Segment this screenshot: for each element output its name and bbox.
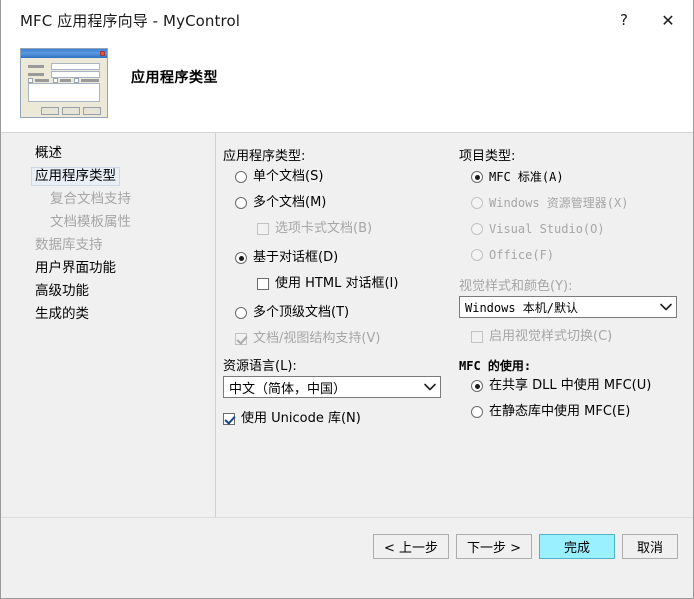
radio-icon [471, 197, 483, 209]
project-type-group-label: 项目类型: [459, 149, 516, 164]
radio-icon [235, 252, 247, 264]
cancel-button[interactable]: 取消 [622, 534, 678, 559]
help-icon[interactable]: ? [609, 7, 639, 33]
checkbox-label: 使用 Unicode 库(N) [241, 411, 361, 426]
dialog-preview-image [20, 48, 108, 118]
checkbox-use-unicode-libraries[interactable]: 使用 Unicode 库(N) [223, 411, 361, 427]
preview-label [81, 79, 99, 82]
sidebar-item-generated-classes[interactable]: 生成的类 [31, 305, 93, 324]
preview-field [51, 63, 100, 70]
checkbox-label: 文档/视图结构支持(V) [253, 331, 381, 346]
sidebar-item-application-type[interactable]: 应用程序类型 [31, 167, 120, 186]
column-divider [215, 133, 216, 518]
title-bar: MFC 应用程序向导 - MyControl ? ✕ [1, 0, 693, 40]
radio-label: 多个文档(M) [253, 195, 327, 210]
radio-label: Office(F) [489, 248, 555, 262]
checkbox-document-view-architecture-support: 文档/视图结构支持(V) [235, 331, 380, 347]
radio-office: Office(F) [471, 247, 554, 263]
visual-style-value: Windows 本机/默认 [465, 300, 579, 315]
application-type-column: 应用程序类型: 单个文档(S) 多个文档(M) 选项卡式文档(B) 基于对话框(… [223, 133, 455, 518]
chevron-down-icon [656, 303, 676, 311]
sidebar-item-database-support: 数据库支持 [35, 237, 103, 253]
radio-icon [471, 406, 483, 418]
preview-button [83, 107, 101, 115]
preview-label [35, 79, 49, 82]
preview-field [51, 71, 100, 78]
wizard-footer: < 上一步 下一步 > 完成 取消 [1, 517, 693, 598]
radio-single-document[interactable]: 单个文档(S) [235, 169, 323, 185]
radio-visual-studio: Visual Studio(O) [471, 221, 605, 237]
window-title: MFC 应用程序向导 - MyControl [20, 12, 241, 30]
radio-icon [471, 249, 483, 261]
radio-label: 在共享 DLL 中使用 MFC(U) [489, 378, 652, 393]
radio-icon [235, 307, 247, 319]
radio-multiple-top-level-documents[interactable]: 多个顶级文档(T) [235, 305, 349, 321]
next-button[interactable]: 下一步 > [456, 534, 532, 559]
checkbox-icon [223, 413, 235, 425]
chevron-down-icon [420, 383, 440, 391]
finish-button[interactable]: 完成 [539, 534, 615, 559]
visual-style-select[interactable]: Windows 本机/默认 [459, 296, 677, 318]
radio-label: Visual Studio(O) [489, 222, 605, 236]
checkbox-icon [235, 333, 247, 345]
sidebar-item-advanced-features[interactable]: 高级功能 [31, 282, 93, 301]
radio-label: 多个顶级文档(T) [253, 305, 350, 320]
sidebar-item-compound-document-support: 复合文档支持 [50, 191, 131, 207]
radio-label: 在静态库中使用 MFC(E) [489, 404, 631, 419]
radio-windows-explorer: Windows 资源管理器(X) [471, 195, 628, 211]
radio-label: MFC 标准(A) [489, 170, 564, 184]
checkbox-icon [257, 223, 269, 235]
wizard-sidebar: 概述 应用程序类型 复合文档支持 文档模板属性 数据库支持 用户界面功能 高级功… [1, 133, 215, 518]
resource-language-select[interactable]: 中文（简体，中国） [223, 376, 441, 398]
checkbox-icon [471, 331, 483, 343]
radio-label: 单个文档(S) [253, 169, 324, 184]
radio-icon [471, 171, 483, 183]
checkbox-label: 选项卡式文档(B) [275, 221, 373, 236]
close-icon[interactable]: ✕ [653, 7, 683, 33]
sidebar-item-user-interface-features[interactable]: 用户界面功能 [31, 259, 120, 278]
sidebar-item-document-template-properties: 文档模板属性 [50, 214, 131, 230]
sidebar-item-overview[interactable]: 概述 [31, 144, 66, 163]
preview-label [28, 65, 44, 68]
radio-label: 基于对话框(D) [253, 250, 339, 265]
checkbox-enable-visual-style-switching: 启用视觉样式切换(C) [471, 329, 612, 345]
resource-language-value: 中文（简体，中国） [229, 381, 347, 397]
preview-label [60, 79, 71, 82]
preview-close-icon [100, 51, 105, 56]
radio-use-mfc-in-static-library[interactable]: 在静态库中使用 MFC(E) [471, 404, 630, 420]
radio-multiple-documents[interactable]: 多个文档(M) [235, 195, 326, 211]
radio-icon [235, 197, 247, 209]
back-button[interactable]: < 上一步 [373, 534, 449, 559]
preview-label [28, 73, 44, 76]
page-title: 应用程序类型 [131, 70, 218, 86]
radio-dialog-based[interactable]: 基于对话框(D) [235, 250, 338, 266]
visual-style-label: 视觉样式和颜色(Y): [459, 279, 573, 294]
application-type-group-label: 应用程序类型: [223, 149, 306, 164]
preview-button [62, 107, 80, 115]
wizard-header: 应用程序类型 [1, 40, 693, 132]
wizard-body: 概述 应用程序类型 复合文档支持 文档模板属性 数据库支持 用户界面功能 高级功… [1, 132, 693, 518]
radio-icon [471, 223, 483, 235]
mfc-usage-group-label: MFC 的使用: [459, 359, 532, 373]
resource-language-label: 资源语言(L): [223, 359, 297, 374]
radio-icon [235, 171, 247, 183]
checkbox-icon [257, 278, 269, 290]
radio-icon [471, 380, 483, 392]
mfc-wizard-window: MFC 应用程序向导 - MyControl ? ✕ 应用程序类型 概述 应用程… [0, 0, 694, 599]
radio-label: Windows 资源管理器(X) [489, 196, 629, 210]
radio-mfc-standard[interactable]: MFC 标准(A) [471, 169, 564, 185]
checkbox-use-html-dialog[interactable]: 使用 HTML 对话框(I) [257, 276, 398, 292]
preview-textarea [28, 83, 100, 102]
project-type-column: 项目类型: MFC 标准(A) Windows 资源管理器(X) Visual … [459, 133, 693, 518]
checkbox-tabbed-documents: 选项卡式文档(B) [257, 221, 372, 237]
checkbox-label: 启用视觉样式切换(C) [489, 329, 613, 344]
checkbox-label: 使用 HTML 对话框(I) [275, 276, 399, 291]
preview-button [41, 107, 59, 115]
radio-use-mfc-in-shared-dll[interactable]: 在共享 DLL 中使用 MFC(U) [471, 378, 651, 394]
preview-titlebar [21, 49, 107, 58]
